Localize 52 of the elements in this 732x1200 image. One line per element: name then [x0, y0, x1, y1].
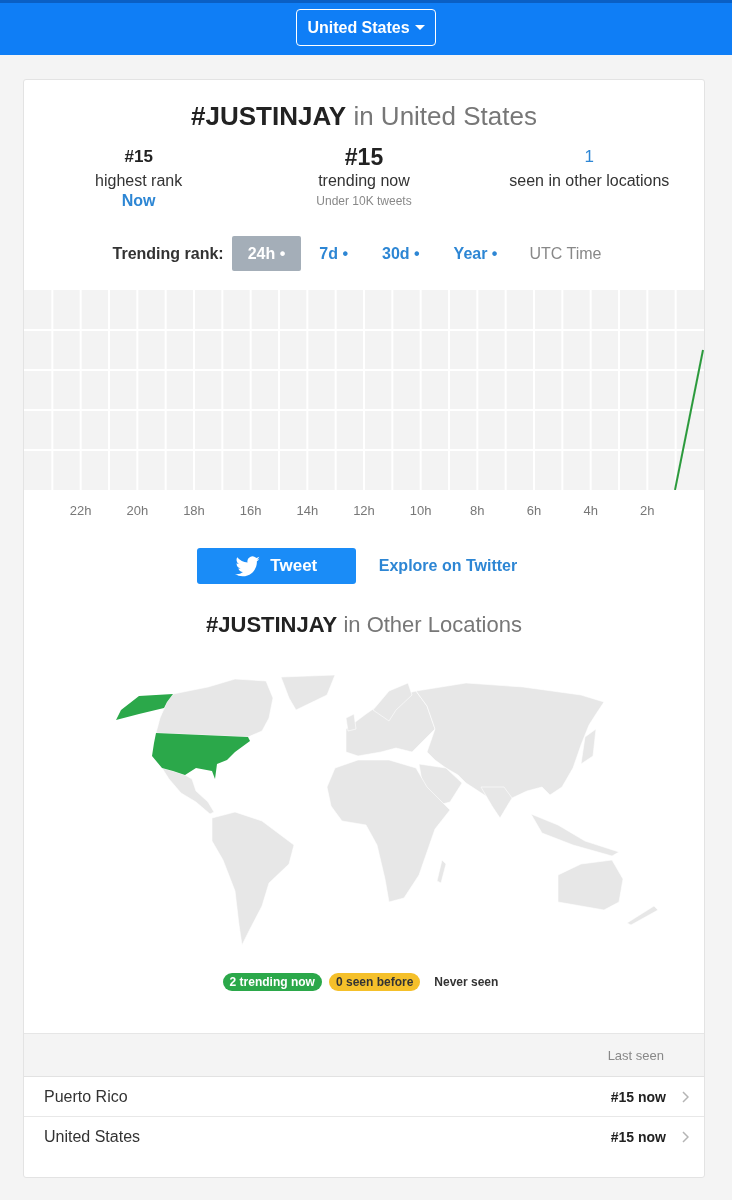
legend-badge: 2 trending now: [222, 973, 322, 991]
axis-label: 4h: [583, 502, 598, 518]
location-dropdown[interactable]: United States: [296, 9, 436, 46]
stat-label: trending now: [318, 171, 410, 191]
stat-value: #15: [344, 144, 384, 170]
axis-label: 2h: [640, 502, 655, 518]
range-tab[interactable]: 7d •: [303, 236, 364, 271]
australia-shape: [557, 859, 624, 911]
chevron-icon[interactable]: [682, 1131, 689, 1143]
british-isles-shape: [345, 713, 357, 732]
time-zone-toggle[interactable]: UTC Time: [515, 236, 616, 271]
axis-label: 10h: [409, 502, 432, 518]
range-label: Trending rank:: [112, 244, 224, 263]
last-seen-text: #15 now: [610, 1088, 666, 1105]
axis-label: 6h: [526, 502, 542, 518]
axis-label: 16h: [239, 502, 262, 518]
caret-icon: [414, 25, 425, 30]
chevron-icon[interactable]: [682, 1090, 689, 1103]
greenland-shape: [280, 674, 336, 711]
axis-label: 18h: [183, 502, 205, 518]
axis-label: 12h: [353, 502, 375, 518]
new-zealand-shape: [626, 905, 659, 926]
legend-badge: 0 seen before: [328, 973, 421, 991]
axis-label: 20h: [126, 502, 149, 518]
stat-label: seen in other locations: [509, 171, 670, 191]
legend-label: Never seen: [433, 974, 500, 991]
stat-label: highest rank: [95, 171, 183, 191]
tweet-button[interactable]: Tweet: [196, 548, 356, 584]
page-title: #JUSTINJAY in United States: [190, 100, 538, 133]
india-shape: [480, 786, 513, 819]
stat-note: Under 10K tweets: [316, 193, 412, 210]
axis-label: 8h: [470, 502, 485, 518]
location-name[interactable]: United States: [44, 1128, 141, 1146]
stat-note[interactable]: Now: [121, 192, 156, 210]
axis-label: 22h: [69, 502, 92, 518]
alaska-shape: [116, 694, 173, 720]
last-seen-text: #15 now: [610, 1129, 666, 1145]
madagascar-shape: [436, 859, 447, 884]
axis-label: 14h: [296, 502, 319, 518]
japan-shape: [580, 728, 597, 765]
central-america-shape: [161, 767, 215, 815]
section-title: #JUSTINJAY in Other Locations: [205, 611, 523, 639]
range-tab[interactable]: Year •: [437, 236, 514, 271]
bird-icon: [235, 555, 261, 577]
range-tab[interactable]: 24h •: [231, 236, 302, 271]
location-name[interactable]: Puerto Rico: [44, 1087, 128, 1106]
range-tab[interactable]: 30d •: [366, 236, 436, 271]
column-header: Last seen: [607, 1047, 664, 1063]
stat-value[interactable]: 1: [584, 144, 595, 170]
scandinavia-shape: [372, 682, 413, 722]
explore-link[interactable]: Explore on Twitter: [378, 557, 518, 575]
stat-value: #15: [124, 146, 153, 168]
